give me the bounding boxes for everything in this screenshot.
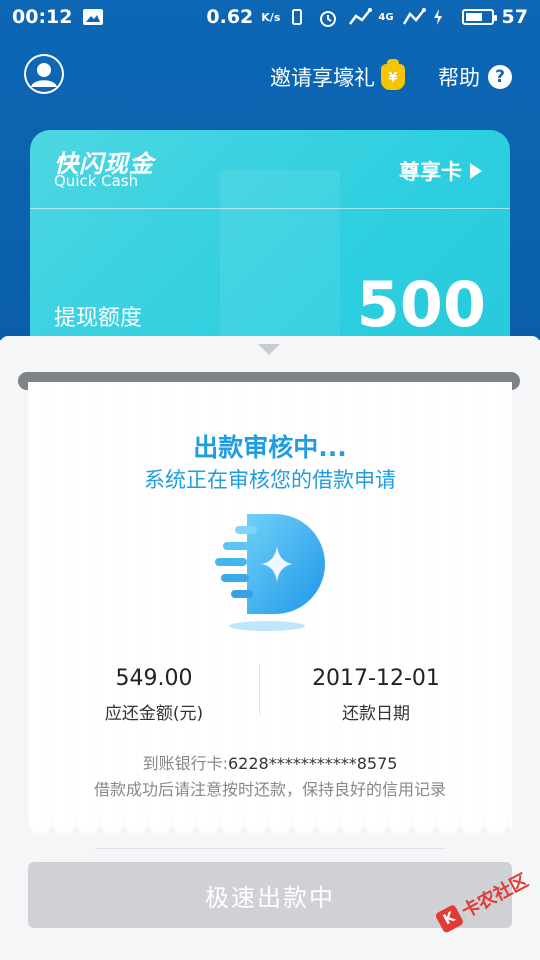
help-link[interactable]: 帮助 ? <box>438 62 512 92</box>
play-arrow-icon <box>470 163 482 179</box>
repayment-amount: 549.00 应还金额(元) <box>44 666 264 724</box>
review-status-subtitle: 系统正在审核您的借款申请 <box>144 468 396 492</box>
status-bar: 00:12 0.62 K/s 4G 57 <box>0 0 540 34</box>
gallery-notification-icon <box>82 8 104 26</box>
credit-card: 快闪现金 Quick Cash 尊享卡 提现额度 500 <box>30 130 510 360</box>
bank-card-label: 到账银行卡: <box>142 754 228 773</box>
repayment-date: 2017-12-01 还款日期 <box>266 666 486 724</box>
repayment-date-label: 还款日期 <box>342 704 410 724</box>
battery-icon <box>461 9 497 25</box>
vip-card-label: 尊享卡 <box>399 160 462 184</box>
vip-card-link[interactable]: 尊享卡 <box>399 156 482 186</box>
quick-cash-logo-icon <box>205 504 335 634</box>
repayment-date-value: 2017-12-01 <box>312 666 440 691</box>
charging-icon <box>432 8 454 26</box>
repayment-notice: 借款成功后请注意按时还款，保持良好的信用记录 <box>93 780 446 799</box>
receipt-torn-edge <box>28 822 512 838</box>
review-status-title: 出款审核中... <box>193 433 347 462</box>
repayment-amount-value: 549.00 <box>115 666 193 691</box>
help-icon: ? <box>488 65 512 89</box>
caret-down-icon[interactable] <box>258 344 280 355</box>
divider <box>95 848 445 849</box>
avatar[interactable] <box>24 54 64 94</box>
alarm-icon <box>318 8 340 27</box>
help-label: 帮助 <box>438 66 480 90</box>
vibrate-icon <box>288 8 310 26</box>
card-decoration <box>220 170 340 360</box>
card-divider <box>30 208 510 209</box>
bank-card-number: 6228***********8575 <box>227 754 398 773</box>
bank-card-info: 到账银行卡:6228***********8575 <box>0 750 540 774</box>
status-sheet: 出款审核中... 系统正在审核您的借款申请 549.00 应还金额(元) 201… <box>0 336 540 960</box>
repayment-amount-label: 应还金额(元) <box>104 704 204 724</box>
quota-value: 500 <box>356 268 486 341</box>
stat-divider <box>259 664 260 716</box>
user-icon <box>26 56 62 92</box>
money-bag-icon: ¥ <box>381 59 405 90</box>
battery-level: 57 <box>501 6 528 28</box>
quota-label: 提现额度 <box>54 306 143 331</box>
invite-label: 邀请享壕礼 <box>270 66 375 90</box>
signal-4g-icon <box>402 8 426 26</box>
network-type: 4G <box>378 11 394 23</box>
signal-icon <box>348 8 373 26</box>
invite-reward-link[interactable]: 邀请享壕礼 ¥ <box>270 59 405 92</box>
network-speed: 0.62 <box>206 6 254 28</box>
status-time: 00:12 <box>12 6 73 28</box>
network-speed-unit: K/s <box>261 10 281 24</box>
brand-name-english: Quick Cash <box>54 172 139 190</box>
